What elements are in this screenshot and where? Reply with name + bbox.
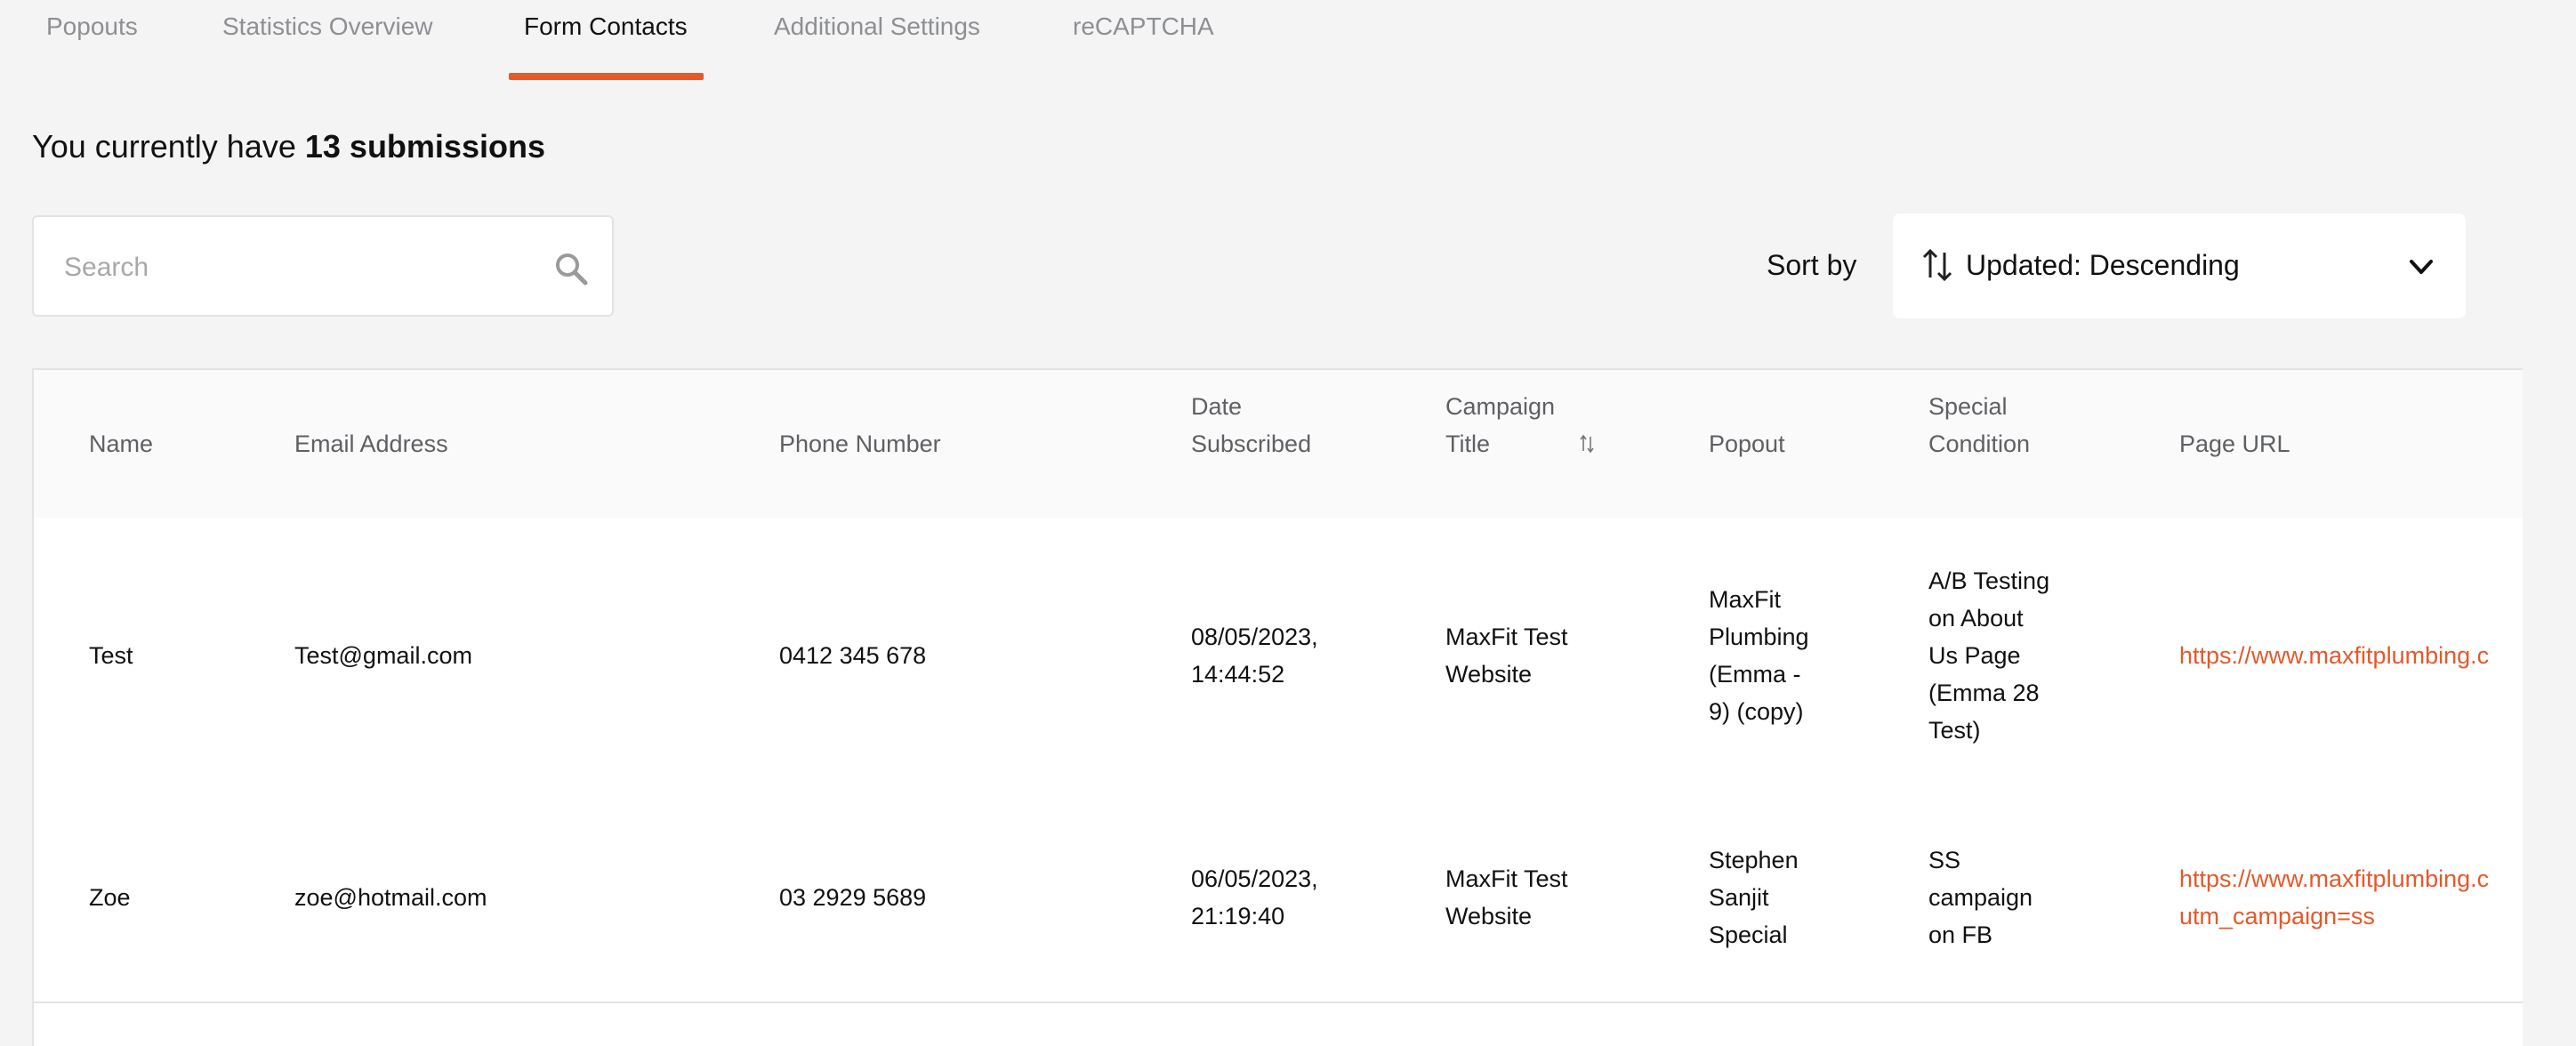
tab-popouts[interactable]: Popouts: [46, 12, 138, 41]
table-header: Name Email Address Phone Number Date Sub…: [34, 370, 2523, 519]
cell-special-condition: A/B Testing on About Us Page (Emma 28 Te…: [1928, 562, 2049, 749]
campaign-header-line2: Title: [1445, 430, 1491, 457]
contacts-table: Name Email Address Phone Number Date Sub…: [32, 368, 2523, 1046]
column-header-page-url[interactable]: Page URL: [2179, 425, 2290, 463]
cell-name: Test: [89, 642, 133, 669]
tab-form-contacts[interactable]: Form Contacts: [524, 12, 688, 41]
tab-statistics-overview[interactable]: Statistics Overview: [222, 12, 433, 41]
cell-phone: 03 2929 5689: [779, 884, 927, 911]
chevron-down-icon: [2410, 260, 2433, 274]
tab-additional-settings[interactable]: Additional Settings: [774, 12, 980, 41]
search-input[interactable]: [62, 242, 546, 294]
column-header-email[interactable]: Email Address: [294, 425, 448, 463]
date-header-line2: Subscribed: [1191, 430, 1312, 457]
sort-arrows-icon: [1922, 248, 1952, 282]
sort-select[interactable]: Updated: Descending: [1893, 213, 2466, 318]
cell-popout-line: Stephen: [1709, 847, 1799, 873]
sort-selected-value: Updated: Descending: [1966, 249, 2240, 281]
column-header-phone[interactable]: Phone Number: [779, 425, 941, 463]
special-header-line1: Special: [1928, 393, 2008, 420]
submission-summary: You currently have 13 submissions: [32, 128, 545, 165]
special-header-line2: Condition: [1928, 430, 2031, 457]
column-header-special-condition[interactable]: Special Condition: [1928, 388, 2030, 463]
cell-phone: 0412 345 678: [779, 642, 927, 669]
sort-by-label: Sort by: [1767, 249, 1857, 281]
cell-campaign: MaxFit Test Website: [1445, 618, 1568, 693]
cell-url-line[interactable]: utm_campaign=ss: [2179, 897, 2489, 935]
active-tab-indicator: [509, 73, 704, 80]
cell-special-line: (Emma 28: [1928, 680, 2040, 706]
cell-popout-line: MaxFit: [1709, 586, 1781, 613]
cell-page-url-link[interactable]: https://www.maxfitplumbing.c utm_campaig…: [2179, 860, 2489, 935]
cell-popout-line: Plumbing: [1709, 624, 1809, 650]
submission-count: 13 submissions: [304, 128, 545, 165]
search-box: [32, 215, 614, 317]
cell-popout-line: (Emma -: [1709, 661, 1801, 688]
cell-name: Zoe: [89, 884, 131, 911]
cell-popout-line: Special: [1709, 921, 1788, 948]
column-header-popout[interactable]: Popout: [1709, 425, 1785, 463]
campaign-sort-icon[interactable]: [1580, 434, 1594, 454]
column-header-name[interactable]: Name: [89, 425, 153, 463]
cell-date: 06/05/2023, 21:19:40: [1191, 860, 1318, 935]
cell-special-line: SS: [1928, 847, 1961, 873]
cell-special-line: campaign: [1928, 884, 2033, 911]
search-icon[interactable]: [553, 251, 589, 286]
cell-email: Test@gmail.com: [294, 642, 472, 669]
cell-special-line: A/B Testing: [1928, 567, 2050, 594]
cell-popout: Stephen Sanjit Special: [1709, 841, 1799, 953]
cell-popout-line: 9) (copy): [1709, 698, 1804, 725]
table-row[interactable]: Zoe zoe@hotmail.com 03 2929 5689 06/05/2…: [34, 797, 2523, 1003]
cell-date-line: 06/05/2023,: [1191, 865, 1318, 892]
date-header-line1: Date: [1191, 393, 1243, 420]
cell-special-line: on About: [1928, 605, 2024, 632]
cell-popout: MaxFit Plumbing (Emma - 9) (copy): [1709, 581, 1809, 730]
cell-date-line: 14:44:52: [1191, 661, 1285, 688]
cell-campaign-line: MaxFit Test: [1445, 624, 1568, 650]
column-header-date-subscribed[interactable]: Date Subscribed: [1191, 388, 1311, 463]
cell-campaign: MaxFit Test Website: [1445, 860, 1568, 935]
campaign-header-line1: Campaign: [1445, 393, 1556, 420]
column-header-campaign-title[interactable]: Campaign Title: [1445, 388, 1555, 463]
cell-campaign-line: Website: [1445, 661, 1533, 688]
table-row[interactable]: Test Test@gmail.com 0412 345 678 08/05/2…: [34, 518, 2523, 799]
tab-bar: Popouts Statistics Overview Form Contact…: [0, 0, 2576, 82]
cell-special-line: Test): [1928, 717, 1981, 744]
cell-campaign-line: MaxFit Test: [1445, 865, 1568, 892]
cell-popout-line: Sanjit: [1709, 884, 1769, 911]
cell-date-line: 21:19:40: [1191, 903, 1285, 929]
cell-url-line[interactable]: https://www.maxfitplumbing.c: [2179, 637, 2489, 674]
summary-prefix: You currently have: [32, 128, 296, 165]
tab-recaptcha[interactable]: reCAPTCHA: [1073, 12, 1214, 41]
cell-email: zoe@hotmail.com: [294, 884, 487, 911]
cell-url-line[interactable]: https://www.maxfitplumbing.c: [2179, 860, 2489, 897]
cell-date: 08/05/2023, 14:44:52: [1191, 618, 1318, 693]
cell-special-line: on FB: [1928, 921, 1993, 948]
cell-campaign-line: Website: [1445, 903, 1533, 929]
cell-date-line: 08/05/2023,: [1191, 624, 1318, 650]
cell-page-url-link[interactable]: https://www.maxfitplumbing.c: [2179, 637, 2489, 674]
cell-special-line: Us Page: [1928, 642, 2021, 669]
cell-special-condition: SS campaign on FB: [1928, 841, 2033, 953]
